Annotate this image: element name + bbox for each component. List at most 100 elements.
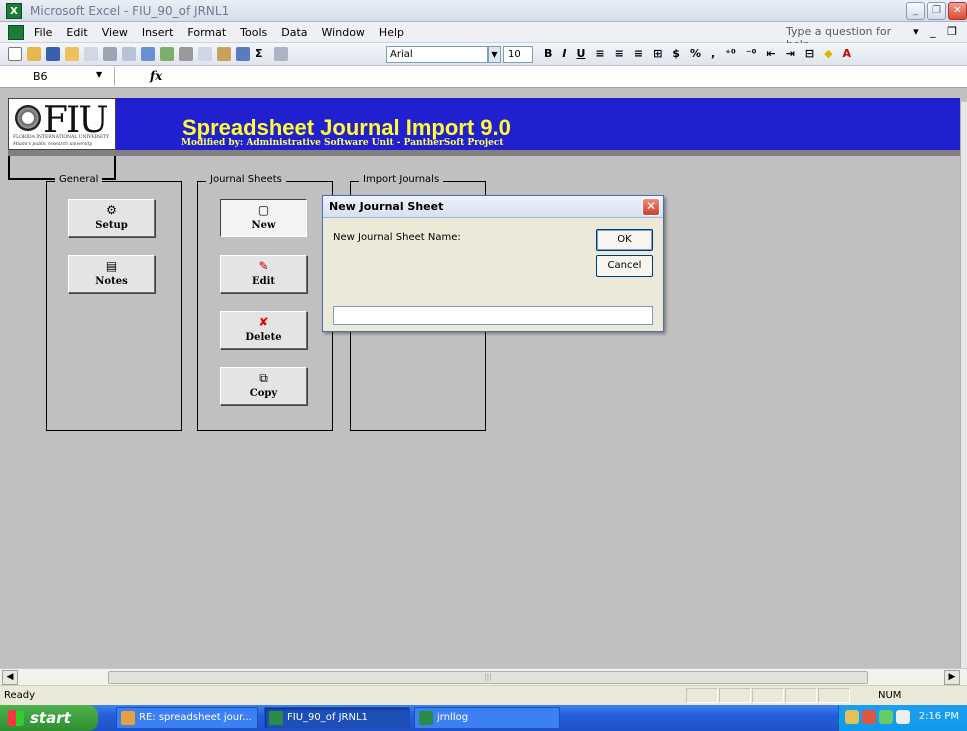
increase-decimal-icon[interactable]: ⁺⁰ <box>725 47 736 60</box>
horizontal-scrollbar[interactable]: ◀ ||| ▶ <box>0 668 967 685</box>
autosum-icon[interactable]: Σ <box>255 47 269 61</box>
borders-icon[interactable]: ⊟ <box>805 47 814 60</box>
minimize-button[interactable]: _ <box>906 2 925 20</box>
restore-button[interactable]: ❐ <box>927 2 946 20</box>
percent-button[interactable]: % <box>690 47 701 60</box>
delete-icon: ✘ <box>258 315 269 329</box>
fill-color-icon[interactable]: ◆ <box>824 47 832 60</box>
new-icon[interactable] <box>8 47 22 61</box>
comma-button[interactable]: , <box>711 47 715 60</box>
open-icon[interactable] <box>27 47 41 61</box>
new-journal-button[interactable]: ▢ New <box>220 199 307 237</box>
currency-button[interactable]: $ <box>672 47 680 60</box>
ok-button[interactable]: OK <box>596 229 653 251</box>
print-icon[interactable] <box>103 47 117 61</box>
increase-indent-icon[interactable]: ⇥ <box>786 47 795 60</box>
menu-edit[interactable]: Edit <box>66 26 87 39</box>
menu-insert[interactable]: Insert <box>142 26 174 39</box>
network-icon[interactable] <box>845 710 859 724</box>
windows-flag-icon <box>8 710 24 726</box>
document-controls[interactable]: ▾ _ ❐ <box>913 25 961 38</box>
window-title-bar: X Microsoft Excel - FIU_90_of JRNL1 _ ❐ … <box>0 0 967 22</box>
setup-button[interactable]: ⚙ Setup <box>68 199 155 237</box>
pencil-icon: ✎ <box>258 259 269 273</box>
cut-icon[interactable] <box>179 47 193 61</box>
font-size-box[interactable]: 10 <box>503 46 533 63</box>
workbook-icon[interactable] <box>8 25 24 40</box>
email-icon[interactable] <box>84 47 98 61</box>
bold-button[interactable]: B <box>544 47 552 60</box>
menu-tools[interactable]: Tools <box>240 26 267 39</box>
copy-icon: ⧉ <box>259 371 268 385</box>
dialog-prompt: New Journal Sheet Name: <box>333 232 461 243</box>
merge-center-icon[interactable]: ⊞ <box>653 47 662 60</box>
dialog-title-bar: New Journal Sheet ✕ <box>323 196 663 218</box>
close-window-button[interactable]: ✕ <box>948 2 967 20</box>
menu-data[interactable]: Data <box>281 26 307 39</box>
university-seal-icon <box>15 105 41 131</box>
sync-icon[interactable] <box>879 710 893 724</box>
update-icon[interactable] <box>896 710 910 724</box>
status-indicators <box>686 688 851 703</box>
copy-journal-button[interactable]: ⧉ Copy <box>220 367 307 405</box>
task-outlook[interactable]: RE: spreadsheet jour... <box>116 707 258 729</box>
decrease-decimal-icon[interactable]: ⁻⁰ <box>746 47 757 60</box>
task-outlook-label: RE: spreadsheet jour... <box>139 712 252 723</box>
permission-icon[interactable] <box>65 47 79 61</box>
vertical-scrollbar[interactable] <box>960 102 967 668</box>
excel-log-icon <box>419 711 433 725</box>
help-question-box[interactable]: Type a question for help <box>786 25 908 51</box>
new-label: New <box>251 220 276 231</box>
font-name-box[interactable]: Arial <box>386 46 488 63</box>
copy-toolbar-icon[interactable] <box>198 47 212 61</box>
journal-sheet-name-input[interactable] <box>333 306 653 325</box>
toolbar-options-icon[interactable] <box>274 47 288 61</box>
menu-format[interactable]: Format <box>187 26 226 39</box>
name-box-dropdown-icon[interactable]: ▼ <box>96 70 102 79</box>
delete-journal-button[interactable]: ✘ Delete <box>220 311 307 349</box>
worksheet-area[interactable]: FIU FLORIDA INTERNATIONAL UNIVERSITY Mia… <box>0 88 967 668</box>
scroll-left-icon[interactable]: ◀ <box>2 670 18 685</box>
menu-window[interactable]: Window <box>322 26 365 39</box>
import-journals-legend: Import Journals <box>359 174 444 185</box>
new-document-icon: ▢ <box>257 203 270 217</box>
align-center-icon[interactable]: ≡ <box>615 47 624 60</box>
start-label: start <box>30 709 71 727</box>
insert-function-icon[interactable]: fx <box>150 69 162 83</box>
font-color-icon[interactable]: A <box>843 47 852 60</box>
mail-icon <box>121 711 135 725</box>
italic-button[interactable]: I <box>562 47 566 60</box>
menu-file[interactable]: File <box>34 26 52 39</box>
close-icon[interactable]: ✕ <box>642 198 660 216</box>
security-icon[interactable] <box>862 710 876 724</box>
align-left-icon[interactable]: ≡ <box>595 47 604 60</box>
cancel-button[interactable]: Cancel <box>596 255 653 277</box>
spelling-icon[interactable] <box>141 47 155 61</box>
task-jrnllog[interactable]: jrnllog <box>414 707 560 729</box>
task-excel-label: FIU_90_of JRNL1 <box>287 712 368 723</box>
font-dropdown-icon[interactable]: ▼ <box>488 46 501 63</box>
delete-label: Delete <box>245 332 282 343</box>
app-subtitle: Modified by: Administrative Software Uni… <box>181 138 504 148</box>
start-button[interactable]: start <box>0 705 98 731</box>
scroll-thumb[interactable]: ||| <box>108 671 868 684</box>
decrease-indent-icon[interactable]: ⇤ <box>766 47 775 60</box>
paste-icon[interactable] <box>217 47 231 61</box>
menu-view[interactable]: View <box>102 26 128 39</box>
print-preview-icon[interactable] <box>122 47 136 61</box>
edit-journal-button[interactable]: ✎ Edit <box>220 255 307 293</box>
clock: 2:16 PM <box>918 711 959 722</box>
save-icon[interactable] <box>46 47 60 61</box>
align-right-icon[interactable]: ≡ <box>634 47 643 60</box>
num-lock-indicator: NUM <box>878 690 902 701</box>
underline-button[interactable]: U <box>576 47 585 60</box>
standard-toolbar: Σ Arial ▼ 10 B I U ≡ ≡ ≡ ⊞ $ % , ⁺⁰ ⁻⁰ ⇤… <box>0 43 967 66</box>
research-icon[interactable] <box>160 47 174 61</box>
task-excel[interactable]: FIU_90_of JRNL1 <box>264 707 410 729</box>
scroll-right-icon[interactable]: ▶ <box>944 670 960 685</box>
banner-divider <box>8 150 960 156</box>
menu-help[interactable]: Help <box>379 26 404 39</box>
undo-icon[interactable] <box>236 47 250 61</box>
notes-button[interactable]: ▤ Notes <box>68 255 155 293</box>
journal-sheets-group: Journal Sheets ▢ New ✎ Edit ✘ Delete ⧉ C… <box>197 174 333 431</box>
